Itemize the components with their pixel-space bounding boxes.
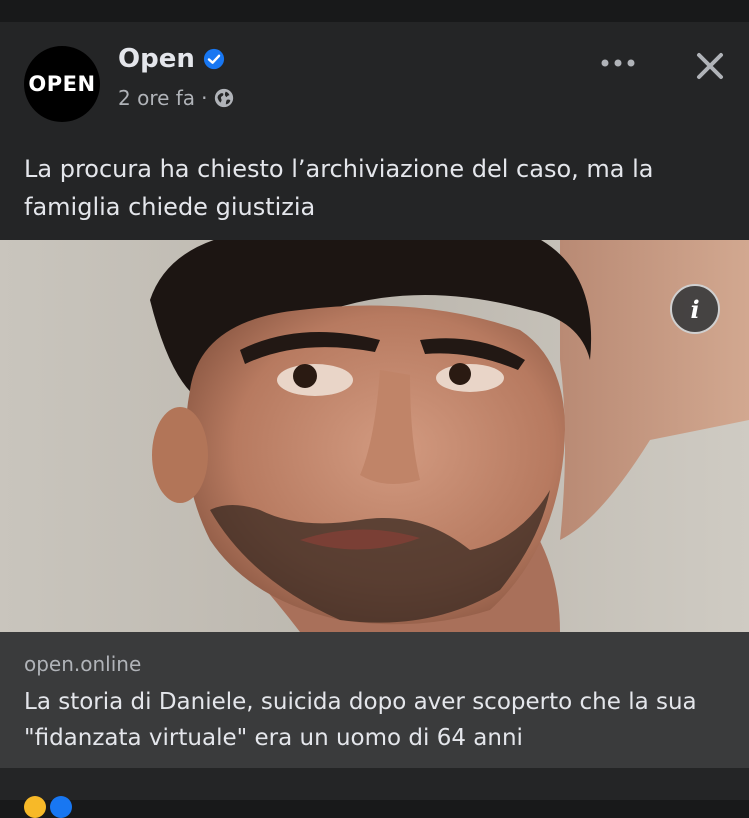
post-time[interactable]: 2 ore fa: [118, 86, 195, 110]
info-icon: i: [690, 294, 700, 324]
page-name[interactable]: Open: [118, 44, 195, 74]
globe-icon: [215, 88, 234, 108]
link-preview[interactable]: open.online La storia di Daniele, suicid…: [0, 632, 749, 768]
close-icon: [697, 53, 723, 79]
link-preview-image[interactable]: i: [0, 240, 749, 632]
more-icon: [601, 59, 635, 67]
close-post-button[interactable]: [688, 44, 732, 88]
post-card: OPEN Open 2 ore fa · La procura ha chies…: [0, 22, 749, 768]
reactions-row: [0, 768, 749, 818]
info-button[interactable]: i: [670, 284, 720, 334]
person-photo: [0, 240, 749, 632]
page-avatar[interactable]: OPEN: [24, 46, 100, 122]
link-domain: open.online: [24, 652, 142, 676]
feed-gap: [0, 0, 749, 22]
verified-badge-icon: [203, 48, 224, 70]
link-title[interactable]: La storia di Daniele, suicida dopo aver …: [24, 684, 724, 756]
more-options-button[interactable]: [596, 48, 640, 78]
page-name-row: Open: [118, 44, 225, 74]
meta-separator: ·: [201, 86, 208, 110]
like-icon: [50, 796, 72, 818]
post-meta: 2 ore fa ·: [118, 86, 235, 110]
avatar-logo-text: OPEN: [28, 72, 96, 96]
reaction-icon: [24, 796, 46, 818]
post-text: La procura ha chiesto l’archiviazione de…: [24, 155, 654, 221]
